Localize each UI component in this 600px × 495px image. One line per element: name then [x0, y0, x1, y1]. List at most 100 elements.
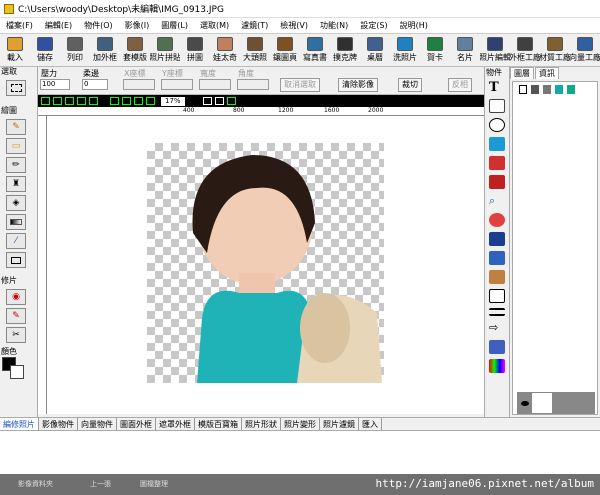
vector-object-tool[interactable]: [489, 99, 505, 113]
pattern-tool[interactable]: [489, 359, 505, 373]
hand-icon[interactable]: [214, 97, 224, 105]
toolbar-print-photo-button[interactable]: 洗照片: [390, 35, 420, 66]
toolbar-calendar-button[interactable]: 桌曆: [360, 35, 390, 66]
text-tool[interactable]: T: [489, 80, 505, 95]
menu-filter[interactable]: 濾鏡(T): [235, 20, 274, 31]
stamp-tool[interactable]: ♜: [6, 176, 26, 192]
pointer-icon[interactable]: [202, 97, 212, 105]
retouch-brush-tool[interactable]: ✎: [6, 308, 26, 324]
invert-button[interactable]: 反相: [448, 78, 472, 92]
tab-vector-object[interactable]: 向量物件: [78, 418, 117, 430]
calendar-object-tool[interactable]: [489, 251, 505, 265]
tab-import[interactable]: 匯入: [359, 418, 382, 430]
crop-button[interactable]: 裁切: [398, 78, 422, 92]
image-folder-button[interactable]: 影像資料夾: [18, 479, 53, 489]
layer-color-icon[interactable]: [555, 85, 563, 94]
redo-icon[interactable]: [53, 97, 62, 105]
layer-props-icon[interactable]: [543, 85, 551, 94]
arrow-tool[interactable]: ⇨: [489, 321, 505, 335]
gradient-tool[interactable]: [6, 214, 26, 230]
multi-photo-tool[interactable]: [489, 175, 505, 189]
toolbar-greeting-card-button[interactable]: 賀卡: [420, 35, 450, 66]
clock-tool[interactable]: [489, 213, 505, 227]
photo-layer[interactable]: [147, 143, 384, 383]
tab-info[interactable]: 資訊: [535, 67, 559, 79]
toolbar-load-button[interactable]: 載入: [0, 35, 30, 66]
toolbar-print-button[interactable]: 列印: [60, 35, 90, 66]
toolbar-collage-button[interactable]: 照片拼貼: [150, 35, 180, 66]
file-organize-button[interactable]: 圖檔整理: [140, 479, 168, 489]
tab-template-box[interactable]: 模版百寶箱: [195, 418, 242, 430]
zoom-level[interactable]: 17%: [161, 96, 185, 106]
frame-object-tool[interactable]: [489, 156, 505, 170]
menu-select[interactable]: 選取(M): [194, 20, 235, 31]
menu-layer[interactable]: 圖層(L): [155, 20, 194, 31]
menu-help[interactable]: 說明(H): [394, 20, 434, 31]
tab-layers[interactable]: 圖層: [510, 67, 534, 79]
exif-tool[interactable]: [489, 232, 505, 246]
tab-photo-shape[interactable]: 照片形狀: [242, 418, 281, 430]
redeye-tool[interactable]: ◉: [6, 289, 26, 305]
toolbar-puzzle-button[interactable]: 拼圖: [180, 35, 210, 66]
pencil-tool[interactable]: ✏: [6, 157, 26, 173]
eyedropper-tool[interactable]: ⁄: [6, 233, 26, 249]
toolbar-frame-button[interactable]: 加外框: [90, 35, 120, 66]
star-tool[interactable]: [489, 340, 505, 354]
speech-bubble-tool[interactable]: [489, 289, 505, 303]
menu-view[interactable]: 檢視(V): [274, 20, 314, 31]
image-object-tool[interactable]: [489, 137, 505, 151]
feather-input[interactable]: 0: [82, 79, 108, 90]
flip-icon[interactable]: [77, 97, 86, 105]
table-tool[interactable]: [489, 270, 505, 284]
toolbar-texture-factory-button[interactable]: 材質工廠: [540, 35, 570, 66]
rect-select-tool[interactable]: [6, 80, 26, 96]
fill-tool[interactable]: ◈: [6, 195, 26, 211]
clear-image-button[interactable]: 清除影像: [338, 78, 378, 92]
toolbar-frame-factory-button[interactable]: 外框工廠: [510, 35, 540, 66]
zoom-out-icon[interactable]: [122, 97, 131, 105]
background-color-swatch[interactable]: [10, 365, 24, 379]
toolbar-poker-button[interactable]: 撲克牌: [330, 35, 360, 66]
tab-photo-transform[interactable]: 照片變形: [281, 418, 320, 430]
toolbar-save-button[interactable]: 儲存: [30, 35, 60, 66]
tab-edit-photo[interactable]: 編修照片: [0, 418, 39, 430]
view-option-icon[interactable]: [226, 97, 236, 105]
pressure-input[interactable]: 100: [40, 79, 70, 90]
toolbar-vector-factory-button[interactable]: 向量工廠: [570, 35, 600, 66]
fit-screen-icon[interactable]: [134, 97, 143, 105]
brush-tool[interactable]: ✎: [6, 119, 26, 135]
delete-layer-icon[interactable]: [531, 85, 539, 94]
tab-mask-frame[interactable]: 遮罩外框: [156, 418, 195, 430]
toolbar-photo-edit-button[interactable]: 照片編輯: [480, 35, 510, 66]
eye-icon[interactable]: [521, 400, 529, 406]
art-text-tool[interactable]: [489, 118, 505, 132]
tab-image-frame[interactable]: 圖面外框: [117, 418, 156, 430]
line-tool[interactable]: [489, 308, 505, 316]
previous-button[interactable]: 上一張: [90, 479, 111, 489]
width-input[interactable]: [199, 79, 231, 90]
y-coord-input[interactable]: [161, 79, 193, 90]
layer-item[interactable]: [517, 392, 595, 414]
angle-input[interactable]: [237, 79, 269, 90]
zoom-in-icon[interactable]: [110, 97, 119, 105]
menu-settings[interactable]: 設定(S): [354, 20, 393, 31]
eraser-tool[interactable]: ▭: [6, 138, 26, 154]
menu-function[interactable]: 功能(N): [314, 20, 354, 31]
undo-icon[interactable]: [41, 97, 50, 105]
magnifier-tool[interactable]: ⌕: [489, 194, 505, 208]
actual-size-icon[interactable]: [146, 97, 155, 105]
merge-layer-icon[interactable]: [567, 85, 575, 94]
editing-canvas[interactable]: [47, 116, 484, 414]
menu-edit[interactable]: 編輯(E): [39, 20, 78, 31]
toolbar-template-button[interactable]: 套模版: [120, 35, 150, 66]
toolbar-idphoto-button[interactable]: 大頭照: [240, 35, 270, 66]
cancel-select-button[interactable]: 取消選取: [280, 78, 320, 92]
menu-file[interactable]: 檔案(F): [0, 20, 39, 31]
color-swatches[interactable]: [2, 357, 37, 379]
toolbar-namecard-button[interactable]: 名片: [450, 35, 480, 66]
tab-photo-filter[interactable]: 照片濾鏡: [320, 418, 359, 430]
clone-tool[interactable]: ✂: [6, 327, 26, 343]
tab-image-object[interactable]: 影像物件: [39, 418, 78, 430]
menu-image[interactable]: 影像(I): [119, 20, 156, 31]
x-coord-input[interactable]: [123, 79, 155, 90]
